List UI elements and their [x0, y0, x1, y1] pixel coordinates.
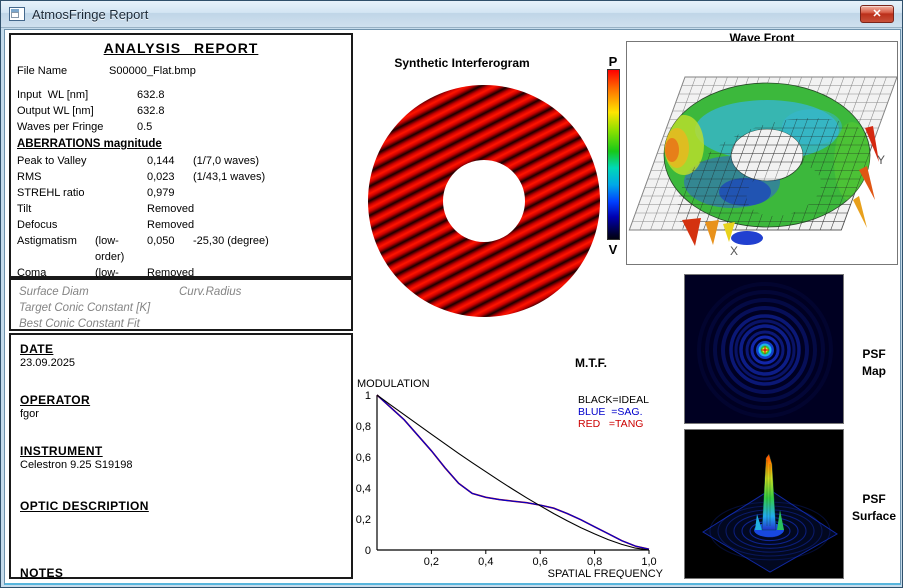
title-bar[interactable]: AtmosFringe Report ✕ [1, 1, 902, 28]
rms-row: RMS 0,023 (1/43,1 waves) [17, 171, 266, 183]
mtf-xtick: 0,8 [587, 556, 602, 568]
mtf-xtick: 0,4 [478, 556, 493, 568]
mtf-ytick: 0,8 [356, 421, 371, 433]
input-wl-row: Input WL [nm] 632.8 [17, 87, 345, 103]
psf-surface-image [684, 429, 844, 579]
colorbar-peak-label: P [608, 54, 618, 69]
instrument-value: Celestron 9.25 S19198 [20, 459, 133, 471]
mtf-title: M.T.F. [575, 356, 607, 370]
synthetic-interferogram-image [368, 85, 600, 317]
surface-diam-line: Surface Diam Curv.Radius [19, 286, 242, 298]
optic-description-heading: OPTIC DESCRIPTION [20, 499, 149, 513]
waves-per-fringe-value: 0.5 [137, 121, 153, 133]
psf-map-image [684, 274, 844, 424]
mtf-xtick: 0,6 [533, 556, 548, 568]
wavefront-plot: X Y [626, 41, 898, 265]
conic-panel: Surface Diam Curv.Radius Target Conic Co… [9, 278, 353, 331]
analysis-report-panel: ANALYSIS REPORT File Name S00000_Flat.bm… [9, 33, 353, 295]
close-icon[interactable]: ✕ [860, 5, 894, 23]
psf-surface-label: PSF Surface [851, 492, 897, 523]
wavefront-colorbar [607, 69, 620, 240]
mtf-x-axis-label: SPATIAL FREQUENCY [548, 568, 664, 579]
app-icon [9, 7, 25, 21]
target-conic-line: Target Conic Constant [K] [19, 302, 151, 314]
analysis-report-title: ANALYSIS REPORT [103, 40, 259, 56]
tilt-row: Tilt Removed [17, 203, 195, 215]
report-content: ANALYSIS REPORT File Name S00000_Flat.bm… [4, 29, 901, 585]
peak-to-valley-row: Peak to Valley 0,144 (1/7,0 waves) [17, 155, 260, 167]
output-wl-value: 632.8 [137, 105, 165, 117]
window-title: AtmosFringe Report [32, 6, 149, 22]
operator-value: fgor [20, 408, 39, 420]
file-name-row: File Name S00000_Flat.bmp [17, 63, 345, 79]
input-wl-label: Input WL [nm] [17, 89, 89, 101]
strehl-row: STREHL ratio 0,979 [17, 187, 175, 199]
operator-heading: OPERATOR [20, 393, 91, 407]
optic-description-value [20, 513, 342, 526]
mtf-ytick: 0 [365, 545, 371, 557]
file-name-label: File Name [17, 65, 68, 77]
instrument-heading: INSTRUMENT [20, 444, 103, 458]
best-conic-line: Best Conic Constant Fit [19, 318, 140, 330]
mtf-xtick: 1,0 [641, 556, 656, 568]
mtf-legend-tang: RED =TANG [578, 418, 643, 430]
date-heading: DATE [20, 342, 54, 356]
wavefront-y-axis-label: Y [877, 153, 885, 167]
mtf-chart: M.T.F. MODULATION 1 0,8 0,6 0,4 0,2 0 0,… [356, 356, 664, 579]
mtf-ytick: 0,6 [356, 452, 371, 464]
date-value: 23.09.2025 [20, 357, 76, 369]
mtf-legend-ideal: BLACK=IDEAL [578, 394, 649, 406]
output-wl-row: Output WL [nm] 632.8 [17, 103, 345, 119]
interferogram-title: Synthetic Interferogram [394, 56, 530, 70]
colorbar-valley-label: V [608, 242, 618, 257]
input-wl-value: 632.8 [137, 89, 165, 101]
mtf-y-axis-label: MODULATION [357, 378, 430, 390]
mtf-xtick: 0,2 [424, 556, 439, 568]
mtf-ytick: 0,2 [356, 514, 371, 526]
mtf-ytick: 1 [365, 390, 371, 402]
output-wl-label: Output WL [nm] [17, 105, 94, 117]
interferogram-center-hole [443, 160, 525, 242]
defocus-row: Defocus Removed [17, 219, 195, 231]
psf-map-label: PSF Map [862, 347, 886, 378]
wavefront-x-axis-label: X [730, 244, 738, 258]
notes-heading: NOTES [20, 566, 64, 580]
astigmatism-row: Astigmatism (low-order) 0,050 -25,30 (de… [17, 235, 269, 263]
waves-per-fringe-label: Waves per Fringe [17, 121, 104, 133]
waves-per-fringe-row: Waves per Fringe 0.5 [17, 119, 345, 135]
notes-value [20, 580, 342, 587]
meta-panel: DATE 23.09.2025 OPERATOR fgor INSTRUMENT… [9, 333, 353, 580]
wavefront-3d-surface: X Y [628, 76, 898, 258]
mtf-legend-sag: BLUE =SAG. [578, 406, 643, 418]
atmosfringe-report-window: AtmosFringe Report ✕ ANALYSIS REPORT Fil… [0, 0, 903, 588]
mtf-ytick: 0,4 [356, 483, 371, 495]
psf-core [756, 341, 774, 359]
psf-surface-spike [754, 453, 784, 537]
aberrations-heading: ABERRATIONS magnitude [17, 138, 162, 150]
file-name-value: S00000_Flat.bmp [109, 65, 196, 77]
